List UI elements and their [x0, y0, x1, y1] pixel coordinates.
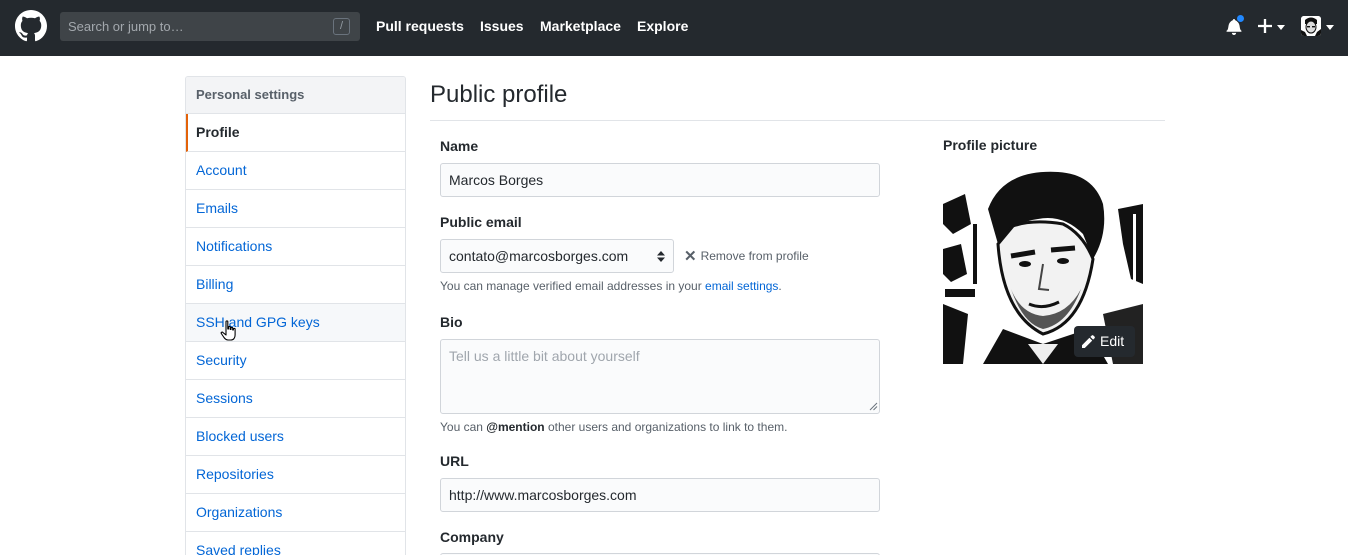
sidebar-item-blocked-users[interactable]: Blocked users — [186, 418, 405, 456]
bio-note-prefix: You can — [440, 420, 487, 434]
settings-sidebar: Personal settings Profile Account Emails… — [185, 76, 406, 555]
name-label: Name — [440, 138, 479, 154]
sidebar-item-saved-replies[interactable]: Saved replies — [186, 532, 405, 555]
url-label: URL — [440, 453, 469, 469]
nav-marketplace[interactable]: Marketplace — [540, 17, 621, 35]
nav-explore[interactable]: Explore — [637, 17, 688, 35]
sidebar-item-notifications[interactable]: Notifications — [186, 228, 405, 266]
search-input[interactable] — [60, 12, 360, 41]
sidebar-item-organizations[interactable]: Organizations — [186, 494, 405, 532]
resize-grip-icon[interactable] — [869, 402, 878, 411]
profile-picture-label: Profile picture — [943, 137, 1038, 153]
sidebar-item-account[interactable]: Account — [186, 152, 405, 190]
title-divider — [430, 120, 1165, 121]
sidebar-item-sessions[interactable]: Sessions — [186, 380, 405, 418]
nav-pull-requests[interactable]: Pull requests — [376, 17, 464, 35]
avatar[interactable] — [1301, 16, 1321, 36]
caret-down-icon[interactable] — [1277, 25, 1285, 30]
email-note-suffix: . — [778, 279, 782, 293]
sidebar-heading: Personal settings — [186, 77, 405, 114]
edit-profile-picture-button[interactable]: Edit — [1074, 326, 1135, 357]
notification-indicator — [1236, 14, 1245, 23]
remove-from-profile-label: Remove from profile — [700, 249, 809, 263]
email-settings-link[interactable]: email settings — [705, 279, 778, 293]
page-title: Public profile — [430, 81, 568, 108]
company-label: Company — [440, 529, 504, 545]
edit-button-label: Edit — [1100, 333, 1125, 349]
top-header: / Pull requests Issues Marketplace Explo… — [0, 0, 1348, 56]
hand-pointer-cursor-icon — [220, 320, 236, 341]
bio-textarea[interactable] — [440, 339, 880, 414]
bio-help-note: You can @mention other users and organiz… — [440, 419, 787, 435]
public-email-select[interactable]: contato@marcosborges.com — [440, 239, 674, 273]
sidebar-item-billing[interactable]: Billing — [186, 266, 405, 304]
bio-note-mention: @mention — [486, 420, 545, 434]
sidebar-item-security[interactable]: Security — [186, 342, 405, 380]
sidebar-item-repositories[interactable]: Repositories — [186, 456, 405, 494]
bio-note-suffix: other users and organizations to link to… — [544, 420, 788, 434]
github-logo-icon[interactable] — [15, 10, 47, 42]
plus-icon[interactable] — [1258, 19, 1272, 33]
select-arrows-icon — [657, 251, 665, 262]
caret-down-icon[interactable] — [1326, 25, 1334, 30]
public-email-value: contato@marcosborges.com — [449, 248, 629, 264]
email-help-note: You can manage verified email addresses … — [440, 278, 782, 294]
nav-issues[interactable]: Issues — [480, 17, 524, 35]
search-shortcut-key: / — [333, 18, 350, 35]
sidebar-item-ssh-gpg-keys[interactable]: SSH and GPG keys — [186, 304, 405, 342]
search-box[interactable]: / — [60, 12, 360, 41]
email-note-prefix: You can manage verified email addresses … — [440, 279, 706, 293]
sidebar-item-profile[interactable]: Profile — [186, 114, 405, 152]
pencil-icon — [1082, 335, 1095, 348]
close-icon: ✕ — [684, 248, 697, 265]
remove-from-profile-button[interactable]: ✕ Remove from profile — [684, 247, 809, 265]
avatar-image-icon — [1301, 16, 1321, 36]
public-email-label: Public email — [440, 214, 522, 230]
name-field[interactable] — [440, 163, 880, 197]
bio-label: Bio — [440, 314, 463, 330]
sidebar-item-emails[interactable]: Emails — [186, 190, 405, 228]
url-field[interactable] — [440, 478, 880, 512]
